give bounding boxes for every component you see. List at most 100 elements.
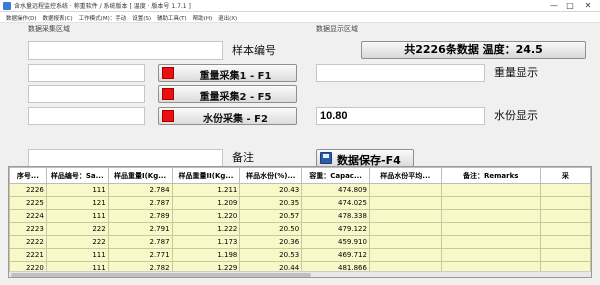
- cell: 20.36: [239, 235, 303, 249]
- col-header-moisture-avg[interactable]: 样品水份平均...: [368, 167, 442, 184]
- menu-exit[interactable]: 退出(X): [215, 12, 240, 22]
- cell: [368, 222, 442, 236]
- col-header-more[interactable]: 采: [539, 167, 591, 184]
- cell: 474.025: [301, 196, 370, 210]
- moisture-display-field: [316, 107, 485, 125]
- col-header-moisture[interactable]: 样品水份(%)...: [239, 167, 303, 184]
- horizontal-scrollbar[interactable]: [9, 271, 591, 277]
- window-title: 含水量远程监控系统 · 称重软件 / 系统版本 [ 温度 · 版本号 1.7.1…: [14, 3, 191, 10]
- cell: 1.220: [171, 209, 241, 223]
- cell: [368, 209, 442, 223]
- cell: 20.43: [239, 183, 303, 197]
- cell: 20.50: [239, 222, 303, 236]
- menu-bar: 数据操作(D) 数据报表(C) 工作模式(M)：手动 设置(S) 辅助工具(T)…: [0, 12, 600, 23]
- menu-help[interactable]: 帮助(H): [190, 12, 215, 22]
- remark-field[interactable]: [28, 149, 223, 167]
- weigh1-button[interactable]: 重量采集1 - F1: [158, 64, 297, 82]
- red-square-icon: [162, 110, 174, 122]
- cell: 222: [45, 222, 109, 236]
- weigh2-button-label: 重量采集2 - F5: [199, 92, 272, 103]
- sample-no-label: 样本编号: [232, 44, 276, 57]
- cell: 1.173: [171, 235, 241, 249]
- cell: 20.57: [239, 209, 303, 223]
- table-row[interactable]: 2225 121 2.787 1.209 20.35 474.025: [9, 196, 591, 210]
- cell: 2223: [9, 222, 47, 236]
- weigh2-button[interactable]: 重量采集2 - F5: [158, 85, 297, 103]
- col-header-remarks[interactable]: 备注：Remarks: [440, 167, 541, 184]
- cell: 2.787: [107, 235, 173, 249]
- scrollbar-thumb[interactable]: [11, 273, 311, 277]
- cell: 2221: [9, 248, 47, 262]
- cell: [440, 222, 541, 236]
- cell: [368, 183, 442, 197]
- col-header-weight2[interactable]: 样品重量II(Kg...: [171, 167, 241, 184]
- save-disk-icon: [320, 152, 332, 164]
- moisture-field[interactable]: [28, 107, 145, 125]
- cell: 469.712: [301, 248, 370, 262]
- menu-tools[interactable]: 辅助工具(T): [154, 12, 190, 22]
- cell: [539, 235, 591, 249]
- cell: [440, 196, 541, 210]
- title-bar: 含水量远程监控系统 · 称重软件 / 系统版本 [ 温度 · 版本号 1.7.1…: [0, 0, 600, 12]
- weight-display-field: [316, 64, 485, 82]
- data-table: 序号... 样品编号：Sa... 样品重量I(Kg... 样品重量II(Kg..…: [9, 167, 591, 275]
- cell: 2.771: [107, 248, 173, 262]
- window-controls: — □ ✕: [546, 0, 598, 12]
- cell: 20.35: [239, 196, 303, 210]
- cell: [539, 196, 591, 210]
- cell: [539, 183, 591, 197]
- table-row[interactable]: 2226 111 2.784 1.211 20.43 474.809: [9, 183, 591, 197]
- cell: 111: [45, 248, 109, 262]
- red-square-icon: [162, 88, 174, 100]
- weight2-field[interactable]: [28, 85, 145, 103]
- cell: [440, 183, 541, 197]
- maximize-button[interactable]: □: [562, 0, 578, 12]
- cell: 111: [45, 183, 109, 197]
- moisture-display-label: 水份显示: [494, 109, 538, 122]
- close-button[interactable]: ✕: [578, 0, 598, 12]
- cell: 20.53: [239, 248, 303, 262]
- cell: 478.338: [301, 209, 370, 223]
- cell: 111: [45, 209, 109, 223]
- table-header-row: 序号... 样品编号：Sa... 样品重量I(Kg... 样品重量II(Kg..…: [9, 167, 591, 184]
- cell: [539, 209, 591, 223]
- cell: [539, 222, 591, 236]
- moisture-button[interactable]: 水份采集 - F2: [158, 107, 297, 125]
- menu-work-mode[interactable]: 工作模式(M)：手动: [76, 12, 130, 22]
- cell: [440, 235, 541, 249]
- menu-data-report[interactable]: 数据报表(C): [40, 12, 76, 22]
- cell: 1.198: [171, 248, 241, 262]
- save-button[interactable]: 数据保存-F4: [316, 149, 414, 167]
- moisture-button-label: 水份采集 - F2: [203, 114, 268, 125]
- table-row[interactable]: 2224 111 2.789 1.220 20.57 478.338: [9, 209, 591, 223]
- col-header-weight1[interactable]: 样品重量I(Kg...: [107, 167, 173, 184]
- col-header-capacity[interactable]: 容重：Capac...: [301, 167, 370, 184]
- cell: [368, 248, 442, 262]
- cell: 2226: [9, 183, 47, 197]
- col-header-index[interactable]: 序号...: [9, 167, 47, 184]
- remark-label: 备注: [232, 151, 254, 164]
- cell: 121: [45, 196, 109, 210]
- weight-display-label: 重量显示: [494, 66, 538, 79]
- minimize-button[interactable]: —: [546, 0, 562, 12]
- sample-no-field[interactable]: [28, 41, 223, 60]
- data-grid[interactable]: 序号... 样品编号：Sa... 样品重量I(Kg... 样品重量II(Kg..…: [8, 166, 592, 278]
- cell: 459.910: [301, 235, 370, 249]
- table-row[interactable]: 2221 111 2.771 1.198 20.53 469.712: [9, 248, 591, 262]
- cell: 2.787: [107, 196, 173, 210]
- cell: [368, 196, 442, 210]
- menu-settings[interactable]: 设置(S): [129, 12, 154, 22]
- table-row[interactable]: 2222 222 2.787 1.173 20.36 459.910: [9, 235, 591, 249]
- cell: 2.784: [107, 183, 173, 197]
- cell: 2225: [9, 196, 47, 210]
- app-icon: [3, 2, 11, 10]
- table-row[interactable]: 2223 222 2.791 1.222 20.50 479.122: [9, 222, 591, 236]
- cell: 1.222: [171, 222, 241, 236]
- weight1-field[interactable]: [28, 64, 145, 82]
- menu-data-ops[interactable]: 数据操作(D): [3, 12, 40, 22]
- weigh1-button-label: 重量采集1 - F1: [199, 71, 272, 82]
- acquisition-group-label: 数据采集区域: [28, 25, 70, 33]
- cell: 1.211: [171, 183, 241, 197]
- record-count-banner: 共2226条数据 温度：24.5: [361, 41, 586, 59]
- col-header-sample-no[interactable]: 样品编号：Sa...: [45, 167, 109, 184]
